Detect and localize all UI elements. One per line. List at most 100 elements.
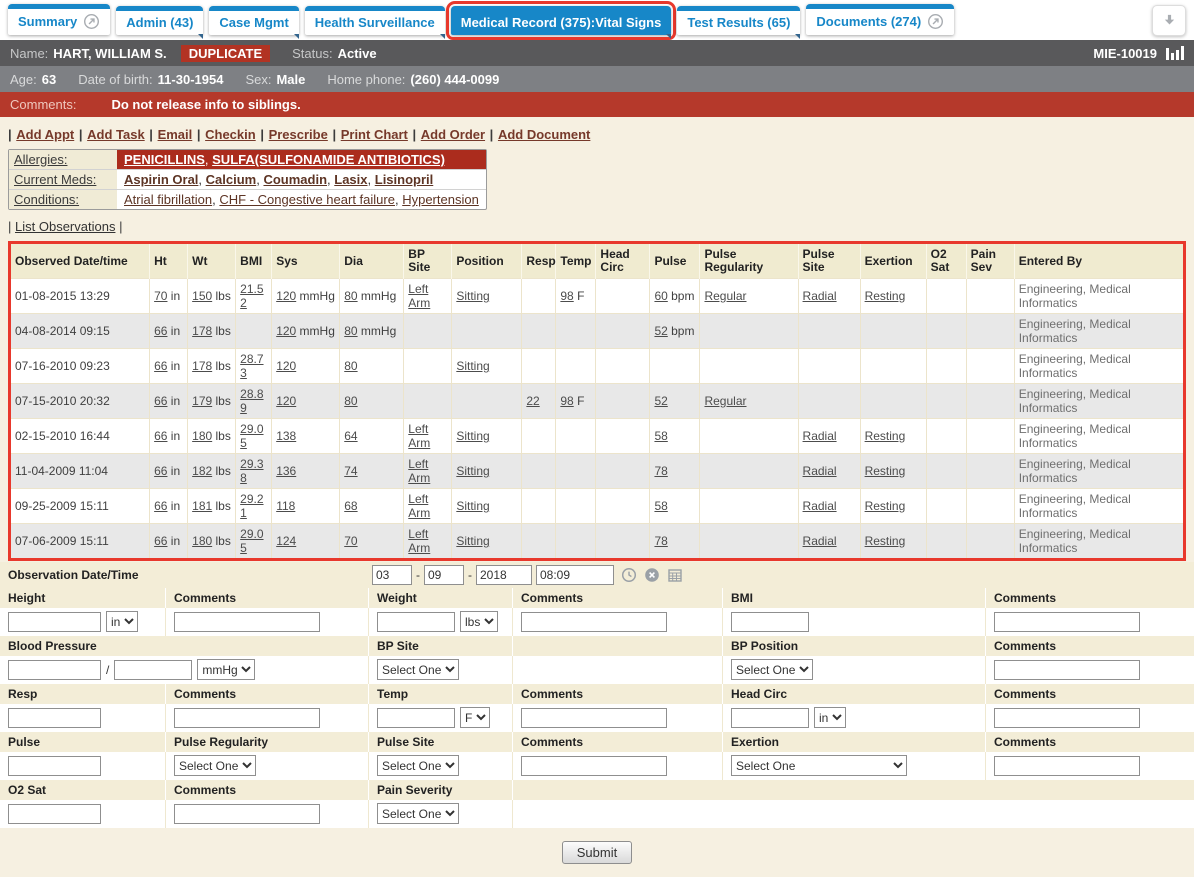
quick-link-add-document[interactable]: Add Document — [498, 127, 590, 142]
clear-icon[interactable] — [644, 567, 660, 583]
head-circ-comments-input[interactable] — [994, 708, 1140, 728]
obs-value-link[interactable]: 180 — [192, 534, 212, 548]
obs-value-link[interactable]: 78 — [654, 534, 667, 548]
obs-value-link[interactable]: Radial — [803, 534, 837, 548]
condition-link-hypertension[interactable]: Hypertension — [402, 192, 479, 207]
obs-value-link[interactable]: 29.38 — [240, 457, 263, 485]
obs-value-link[interactable]: 66 — [154, 464, 167, 478]
obs-value-link[interactable]: 66 — [154, 394, 167, 408]
pulse-comments-input[interactable] — [521, 756, 667, 776]
obs-value-link[interactable]: 124 — [276, 534, 296, 548]
obs-value-link[interactable]: 64 — [344, 429, 357, 443]
obs-value-link[interactable]: 179 — [192, 394, 212, 408]
obs-value-link[interactable]: 66 — [154, 324, 167, 338]
obs-value-link[interactable]: Radial — [803, 499, 837, 513]
obs-value-link[interactable]: Sitting — [456, 499, 489, 513]
obs-value-link[interactable]: 180 — [192, 429, 212, 443]
obs-value-link[interactable]: 120 — [276, 394, 296, 408]
obs-value-link[interactable]: 52 — [654, 394, 667, 408]
conditions-label-link[interactable]: Conditions: — [14, 192, 79, 207]
obs-time-input[interactable] — [536, 565, 614, 585]
current-meds-label-link[interactable]: Current Meds: — [14, 172, 96, 187]
obs-value-link[interactable]: Resting — [865, 534, 906, 548]
list-observations-link[interactable]: List Observations — [15, 219, 115, 234]
allergy-link-penicillins[interactable]: PENICILLINS — [124, 152, 205, 167]
pain-severity-select[interactable]: Select One — [377, 803, 459, 824]
obs-value-link[interactable]: 74 — [344, 464, 357, 478]
allergies-label-link[interactable]: Allergies: — [14, 152, 67, 167]
exertion-select[interactable]: Select One — [731, 755, 907, 776]
tab-admin-43[interactable]: Admin (43) — [116, 6, 203, 35]
obs-value-link[interactable]: 29.05 — [240, 527, 263, 555]
head-circ-input[interactable] — [731, 708, 809, 728]
obs-value-link[interactable]: Regular — [704, 394, 746, 408]
popout-icon[interactable] — [83, 13, 100, 30]
temp-unit-select[interactable]: F — [460, 707, 490, 728]
bp-unit-select[interactable]: mmHg — [197, 659, 255, 680]
obs-value-link[interactable]: Left Arm — [408, 457, 430, 485]
obs-value-link[interactable]: 29.21 — [240, 492, 263, 520]
obs-value-link[interactable]: 178 — [192, 359, 212, 373]
tab-documents-274[interactable]: Documents (274) — [806, 4, 954, 35]
obs-value-link[interactable]: Resting — [865, 464, 906, 478]
obs-value-link[interactable]: Sitting — [456, 359, 489, 373]
height-unit-select[interactable]: in — [106, 611, 138, 632]
bp-diastolic-input[interactable] — [114, 660, 192, 680]
obs-value-link[interactable]: Resting — [865, 499, 906, 513]
tab-medical-record-375-vital-signs[interactable]: Medical Record (375):Vital Signs — [451, 6, 672, 35]
pulse-regularity-select[interactable]: Select One — [174, 755, 256, 776]
obs-value-link[interactable]: 136 — [276, 464, 296, 478]
popout-icon[interactable] — [927, 13, 944, 30]
bp-comments-input[interactable] — [994, 660, 1140, 680]
temp-comments-input[interactable] — [521, 708, 667, 728]
quick-link-add-appt[interactable]: Add Appt — [16, 127, 74, 142]
obs-value-link[interactable]: Radial — [803, 429, 837, 443]
obs-value-link[interactable]: 21.52 — [240, 282, 263, 310]
obs-value-link[interactable]: 70 — [154, 289, 167, 303]
obs-value-link[interactable]: 29.05 — [240, 422, 263, 450]
obs-value-link[interactable]: Left Arm — [408, 527, 430, 555]
quick-link-email[interactable]: Email — [158, 127, 193, 142]
pulse-input[interactable] — [8, 756, 101, 776]
flowsheet-chart-icon[interactable] — [1166, 46, 1184, 60]
obs-date-month-input[interactable] — [372, 565, 412, 585]
obs-value-link[interactable]: 58 — [654, 429, 667, 443]
tab-summary[interactable]: Summary — [8, 4, 110, 35]
obs-value-link[interactable]: Left Arm — [408, 422, 430, 450]
obs-value-link[interactable]: 52 — [654, 324, 667, 338]
obs-value-link[interactable]: 182 — [192, 464, 212, 478]
head-circ-unit-select[interactable]: in — [814, 707, 846, 728]
med-link-aspirin-oral[interactable]: Aspirin Oral — [124, 172, 198, 187]
obs-value-link[interactable]: Resting — [865, 289, 906, 303]
tab-health-surveillance[interactable]: Health Surveillance — [305, 6, 445, 35]
obs-value-link[interactable]: 66 — [154, 429, 167, 443]
obs-value-link[interactable]: 120 — [276, 359, 296, 373]
resp-comments-input[interactable] — [174, 708, 320, 728]
quick-link-add-task[interactable]: Add Task — [87, 127, 145, 142]
weight-comments-input[interactable] — [521, 612, 667, 632]
submit-button[interactable]: Submit — [562, 841, 632, 864]
obs-value-link[interactable]: Left Arm — [408, 492, 430, 520]
pulse-site-select[interactable]: Select One — [377, 755, 459, 776]
obs-value-link[interactable]: 22 — [526, 394, 539, 408]
obs-value-link[interactable]: 68 — [344, 499, 357, 513]
calendar-icon[interactable] — [667, 567, 683, 583]
obs-value-link[interactable]: 66 — [154, 359, 167, 373]
obs-value-link[interactable]: 181 — [192, 499, 212, 513]
obs-value-link[interactable]: 120 — [276, 324, 296, 338]
med-link-lasix[interactable]: Lasix — [334, 172, 367, 187]
obs-value-link[interactable]: Resting — [865, 429, 906, 443]
quick-link-checkin[interactable]: Checkin — [205, 127, 256, 142]
obs-date-day-input[interactable] — [424, 565, 464, 585]
quick-link-prescribe[interactable]: Prescribe — [269, 127, 328, 142]
obs-value-link[interactable]: 80 — [344, 359, 357, 373]
condition-link-atrial-fibrillation[interactable]: Atrial fibrillation — [124, 192, 212, 207]
height-input[interactable] — [8, 612, 101, 632]
obs-value-link[interactable]: Sitting — [456, 429, 489, 443]
obs-date-year-input[interactable] — [476, 565, 532, 585]
download-button[interactable] — [1152, 5, 1186, 36]
allergy-link-sulfa-sulfonamide-antibiotics[interactable]: SULFA(SULFONAMIDE ANTIBIOTICS) — [212, 152, 445, 167]
obs-value-link[interactable]: 60 — [654, 289, 667, 303]
obs-value-link[interactable]: Sitting — [456, 534, 489, 548]
tab-test-results-65[interactable]: Test Results (65) — [677, 6, 800, 35]
